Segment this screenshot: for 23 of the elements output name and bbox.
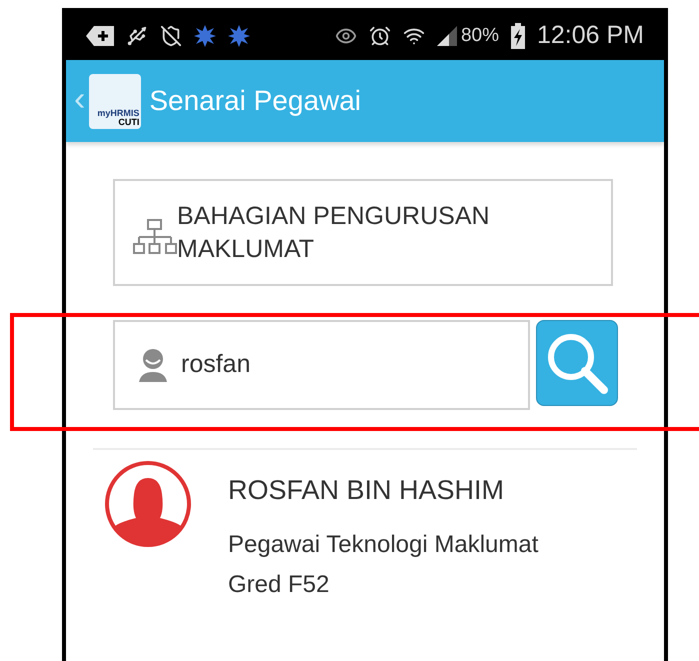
avatar-icon bbox=[104, 460, 192, 548]
employee-grade: Gred F52 bbox=[228, 570, 330, 600]
employee-position: Pegawai Teknologi Maklumat bbox=[228, 530, 538, 560]
signal-icon bbox=[436, 26, 457, 46]
user-icon bbox=[137, 348, 169, 382]
battery-percent: 80% bbox=[460, 24, 499, 48]
notification-plus-icon bbox=[86, 26, 114, 46]
battery-charging-icon bbox=[510, 23, 525, 49]
department-name: BAHAGIAN PENGURUSAN MAKLUMAT bbox=[177, 200, 491, 264]
screen-title: Senarai Pegawai bbox=[149, 84, 362, 118]
search-button[interactable] bbox=[536, 320, 618, 406]
logo-text: myHRMIS bbox=[97, 108, 140, 118]
search-text: rosfan bbox=[181, 349, 250, 380]
logo-subtext: CUTI bbox=[118, 118, 140, 126]
alarm-icon bbox=[368, 25, 391, 47]
usb-icon bbox=[126, 25, 148, 47]
shield-icon bbox=[160, 25, 182, 47]
clock-time: 12:06 PM bbox=[536, 20, 644, 52]
search-field[interactable]: rosfan bbox=[113, 320, 530, 410]
department-selector[interactable]: BAHAGIAN PENGURUSAN MAKLUMAT bbox=[113, 179, 613, 286]
employee-name: ROSFAN BIN HASHIM bbox=[228, 474, 506, 507]
alert-burst-icon bbox=[228, 25, 250, 47]
alert-burst-icon bbox=[194, 25, 216, 47]
